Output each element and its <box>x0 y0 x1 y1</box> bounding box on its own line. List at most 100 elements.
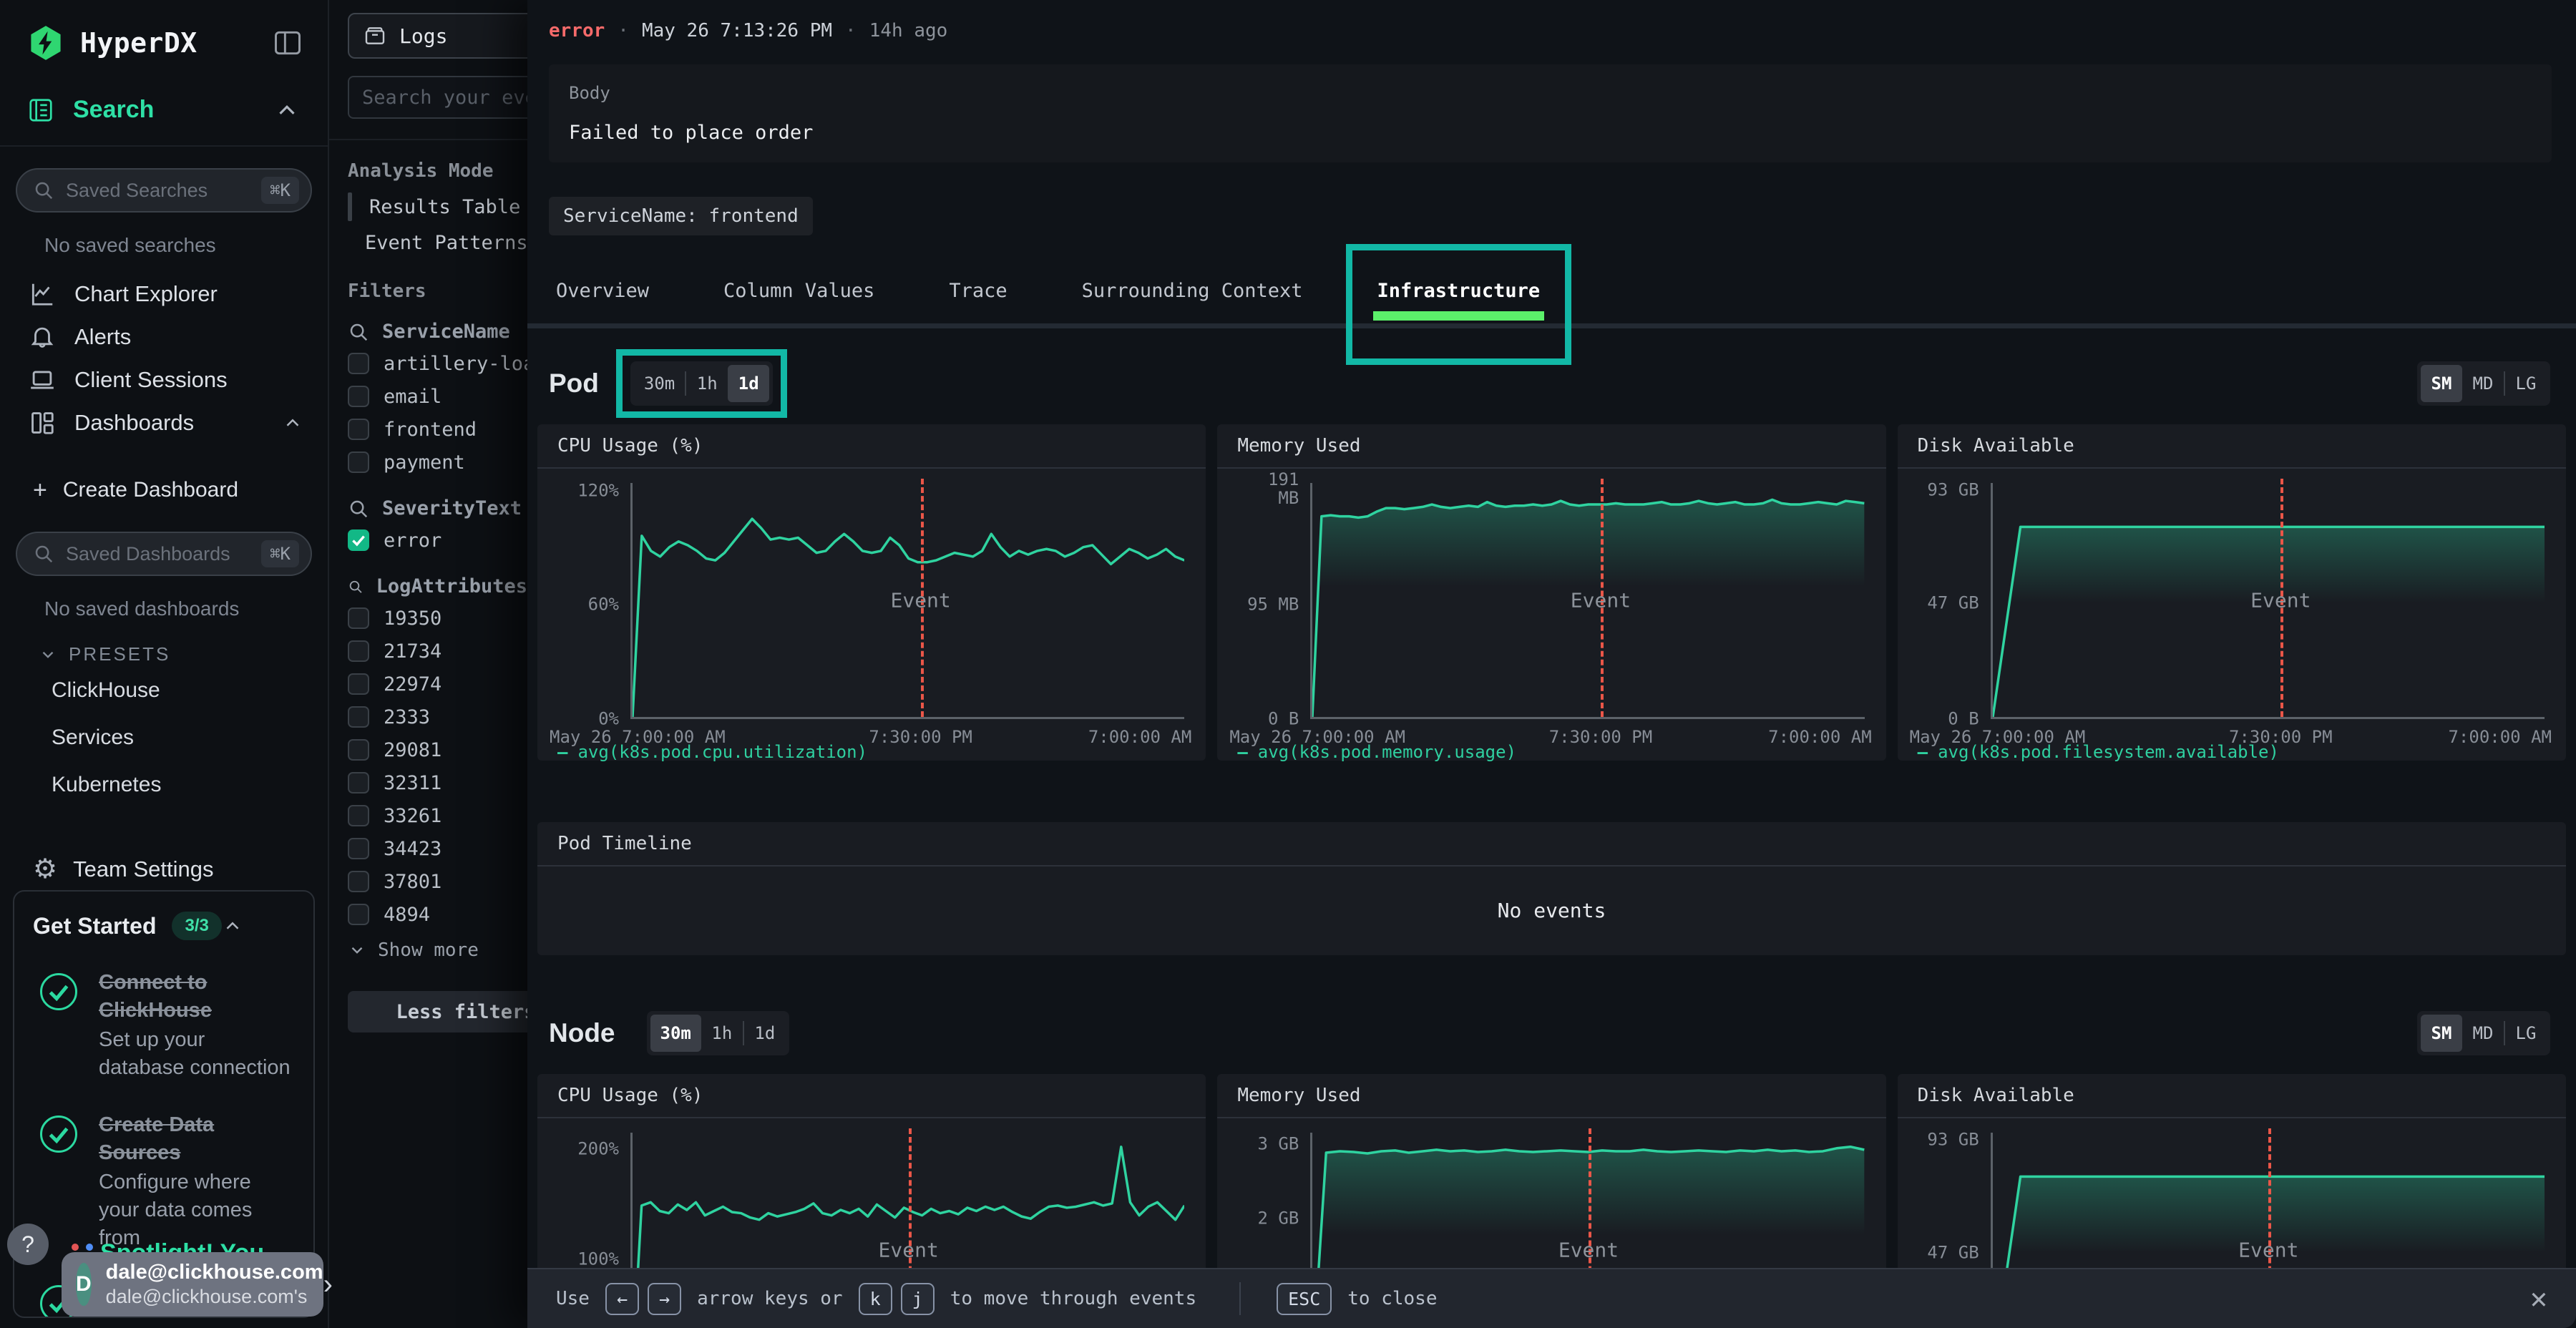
filter-option[interactable]: frontend <box>329 413 527 446</box>
preset-item-clickhouse[interactable]: ClickHouse <box>11 667 316 714</box>
tab-column-values[interactable]: Column Values <box>723 263 874 323</box>
pod-time-range-toggle-option-1d[interactable]: 1d <box>728 365 769 402</box>
event-search-input[interactable] <box>348 76 527 119</box>
chart-title: Memory Used <box>1217 1074 1885 1118</box>
node-size-toggle-option-md[interactable]: MD <box>2462 1015 2504 1052</box>
saved-dashboards-field[interactable] <box>66 543 261 565</box>
checkbox-icon[interactable] <box>348 706 369 728</box>
filter-option[interactable]: artillery-loadgen <box>329 347 527 380</box>
sidebar-collapse-icon[interactable] <box>272 27 303 59</box>
chevron-right-icon: › <box>323 1269 333 1301</box>
preset-item-services[interactable]: Services <box>11 714 316 761</box>
sidebar-item-search[interactable]: Search <box>0 62 328 124</box>
source-select[interactable]: Logs <box>348 13 527 59</box>
sidebar-item-team-settings[interactable]: ⚙ Team Settings <box>11 809 316 883</box>
chevron-up-icon[interactable] <box>222 915 243 937</box>
profile-card[interactable]: D dale@clickhouse.com dale@clickhouse.co… <box>62 1252 323 1317</box>
less-filters-button[interactable]: Less filters <box>348 991 527 1032</box>
create-dashboard-button[interactable]: + Create Dashboard <box>11 470 316 510</box>
y-axis-labels: 93 GB47 GB0 B <box>1898 483 1991 719</box>
analysis-mode-results-table[interactable]: Results Table <box>329 189 527 225</box>
checkbox-icon[interactable] <box>348 640 369 662</box>
filter-option[interactable]: 37801 <box>329 865 527 898</box>
checkbox-icon[interactable] <box>348 419 369 440</box>
magnifier-icon <box>33 543 54 565</box>
get-started-item[interactable]: Connect to ClickHouse Set up your databa… <box>33 969 295 1083</box>
tab-surrounding-context[interactable]: Surrounding Context <box>1082 263 1303 323</box>
chart-plot[interactable]: Event May 26 7:00:00 AM 7:30:00 PM 7:00:… <box>1991 483 2545 719</box>
checkbox-icon[interactable] <box>348 871 369 892</box>
filter-option[interactable]: 4894 <box>329 898 527 931</box>
k-key: k <box>859 1283 892 1315</box>
pod-size-toggle-option-md[interactable]: MD <box>2462 365 2504 402</box>
sidebar-item-label: Chart Explorer <box>74 281 303 307</box>
node-section-title: Node <box>549 1018 615 1048</box>
filter-option[interactable]: 21734 <box>329 635 527 668</box>
get-started-item[interactable]: Create Data Sources Configure where your… <box>33 1111 295 1253</box>
checkbox-checked-icon[interactable] <box>348 529 369 551</box>
tab-trace[interactable]: Trace <box>949 263 1007 323</box>
checkbox-icon[interactable] <box>348 607 369 629</box>
presets-label: PRESETS <box>69 643 170 665</box>
checkbox-icon[interactable] <box>348 353 369 374</box>
checkbox-icon[interactable] <box>348 451 369 473</box>
filter-option[interactable]: 22974 <box>329 668 527 700</box>
hyperdx-logo-icon <box>27 24 64 62</box>
saved-searches-input[interactable]: ⌘K <box>16 168 312 213</box>
filter-group-severitytext: SeverityText error <box>329 497 527 557</box>
checkbox-icon[interactable] <box>348 838 369 859</box>
chevron-down-icon <box>348 941 366 960</box>
arrow-left-key: ← <box>605 1283 639 1315</box>
checkbox-icon[interactable] <box>348 673 369 695</box>
saved-dashboards-input[interactable]: ⌘K <box>16 532 312 576</box>
filter-option[interactable]: 32311 <box>329 766 527 799</box>
checkbox-icon[interactable] <box>348 386 369 407</box>
close-icon[interactable]: ✕ <box>2530 1284 2547 1313</box>
search-section-icon <box>27 97 54 124</box>
filter-option[interactable]: 33261 <box>329 799 527 832</box>
chevron-up-icon[interactable] <box>273 97 301 124</box>
show-more-button[interactable]: Show more <box>329 931 527 961</box>
sidebar-item-client-sessions[interactable]: Client Sessions <box>11 358 316 401</box>
filter-option[interactable]: payment <box>329 446 527 479</box>
filter-option[interactable]: 29081 <box>329 733 527 766</box>
filter-option[interactable]: 2333 <box>329 700 527 733</box>
tab-overview[interactable]: Overview <box>556 263 649 323</box>
chart-plot[interactable]: Event May 26 7:00:00 AM 7:30:00 PM 7:00:… <box>630 483 1184 719</box>
x-axis-labels: May 26 7:00:00 AM 7:30:00 PM 7:00:00 AM <box>1993 717 2545 750</box>
chevron-down-icon <box>39 645 57 664</box>
pod-time-range-toggle: 30m1h1d <box>630 361 773 406</box>
analysis-mode-event-patterns[interactable]: Event Patterns <box>329 225 527 260</box>
node-time-range-toggle-option-1h[interactable]: 1h <box>701 1015 743 1052</box>
filter-option[interactable]: 19350 <box>329 602 527 635</box>
preset-item-kubernetes[interactable]: Kubernetes <box>11 761 316 809</box>
filter-option[interactable]: email <box>329 380 527 413</box>
checkbox-icon[interactable] <box>348 739 369 761</box>
node-time-range-toggle-option-1d[interactable]: 1d <box>744 1015 786 1052</box>
filter-option[interactable]: 34423 <box>329 832 527 865</box>
sidebar-item-dashboards[interactable]: Dashboards <box>11 401 316 444</box>
sidebar-item-chart-explorer[interactable]: Chart Explorer <box>11 273 316 316</box>
profile-org: dale@clickhouse.com's <box>106 1285 323 1308</box>
help-button[interactable]: ? <box>7 1224 49 1265</box>
service-name-chip[interactable]: ServiceName: frontend <box>549 197 813 235</box>
node-size-toggle-option-sm[interactable]: SM <box>2421 1015 2462 1052</box>
chart-plot[interactable]: Event May 26 7:00:00 AM 7:30:00 PM 7:00:… <box>1310 483 1864 719</box>
saved-searches-field[interactable] <box>66 180 261 202</box>
sidebar-divider <box>0 145 328 147</box>
node-time-range-toggle-option-30m[interactable]: 30m <box>650 1015 701 1052</box>
checkbox-icon[interactable] <box>348 805 369 826</box>
presets-toggle[interactable]: PRESETS <box>11 625 316 667</box>
pod-time-range-toggle-option-30m[interactable]: 30m <box>634 365 685 402</box>
checkbox-icon[interactable] <box>348 772 369 794</box>
event-body-card: Body Failed to place order <box>549 64 2552 162</box>
chevron-up-icon[interactable] <box>282 412 303 434</box>
pod-size-toggle-option-lg[interactable]: LG <box>2505 365 2547 402</box>
filter-option[interactable]: error <box>329 524 527 557</box>
node-size-toggle-option-lg[interactable]: LG <box>2505 1015 2547 1052</box>
checkbox-icon[interactable] <box>348 904 369 925</box>
pod-size-toggle-option-sm[interactable]: SM <box>2421 365 2462 402</box>
pod-time-range-toggle-option-1h[interactable]: 1h <box>686 365 728 402</box>
tab-infrastructure[interactable]: Infrastructure <box>1377 263 1541 323</box>
sidebar-item-alerts[interactable]: Alerts <box>11 316 316 358</box>
